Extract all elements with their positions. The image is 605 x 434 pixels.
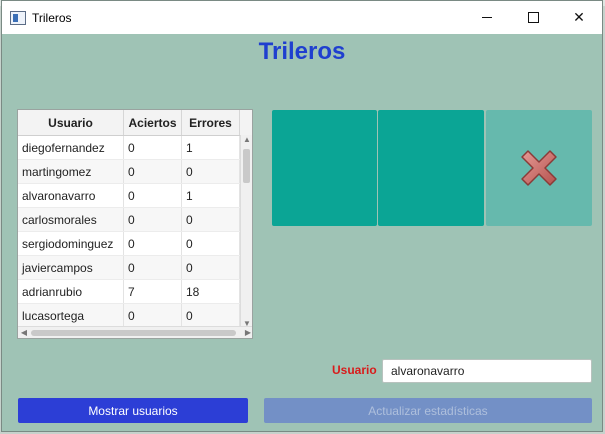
- cell-errores: 0: [182, 304, 240, 327]
- cell-errores: 0: [182, 208, 240, 231]
- vertical-scrollbar[interactable]: ▲ ▼: [240, 135, 252, 328]
- cup-2[interactable]: [378, 110, 484, 226]
- table-row[interactable]: javiercampos 0 0: [18, 256, 252, 280]
- cell-errores: 18: [182, 280, 240, 303]
- cell-aciertos: 0: [124, 256, 182, 279]
- window-title: Trileros: [32, 10, 72, 25]
- page-title: Trileros: [258, 38, 346, 65]
- horizontal-scroll-thumb[interactable]: [31, 330, 236, 336]
- cell-aciertos: 0: [124, 136, 182, 159]
- column-header-errores[interactable]: Errores: [182, 110, 240, 135]
- minimize-button[interactable]: [464, 1, 510, 34]
- cell-usuario: lucasortega: [18, 304, 124, 327]
- table-row[interactable]: diegofernandez 0 1: [18, 136, 252, 160]
- scroll-right-icon[interactable]: ▶: [242, 328, 252, 337]
- user-input[interactable]: [382, 359, 592, 383]
- cell-usuario: sergiodominguez: [18, 232, 124, 255]
- cross-icon: [521, 150, 557, 186]
- table-row[interactable]: martingomez 0 0: [18, 160, 252, 184]
- table-row[interactable]: lucasortega 0 0: [18, 304, 252, 328]
- cell-usuario: martingomez: [18, 160, 124, 183]
- cell-usuario: diegofernandez: [18, 136, 124, 159]
- column-header-aciertos[interactable]: Aciertos: [124, 110, 182, 135]
- scroll-up-icon[interactable]: ▲: [241, 135, 252, 144]
- cell-aciertos: 7: [124, 280, 182, 303]
- table-row[interactable]: sergiodominguez 0 0: [18, 232, 252, 256]
- table-body: diegofernandez 0 1 martingomez 0 0 alvar…: [18, 136, 252, 328]
- title-bar: Trileros ✕: [2, 1, 602, 34]
- cell-usuario: javiercampos: [18, 256, 124, 279]
- table-row[interactable]: carlosmorales 0 0: [18, 208, 252, 232]
- window-controls: ✕: [464, 1, 602, 34]
- table-row[interactable]: adrianrubio 7 18: [18, 280, 252, 304]
- horizontal-scrollbar[interactable]: ◀ ▶: [18, 326, 252, 338]
- cell-errores: 0: [182, 256, 240, 279]
- app-window: Trileros ✕ Trileros Usuario Aciertos Err…: [1, 0, 603, 432]
- app-icon: [10, 10, 26, 25]
- update-stats-button[interactable]: Actualizar estadísticas: [264, 398, 592, 423]
- vertical-scroll-thumb[interactable]: [243, 149, 250, 183]
- cell-errores: 1: [182, 136, 240, 159]
- users-table[interactable]: Usuario Aciertos Errores diegofernandez …: [17, 109, 253, 339]
- cell-aciertos: 0: [124, 184, 182, 207]
- cell-usuario: adrianrubio: [18, 280, 124, 303]
- scroll-left-icon[interactable]: ◀: [18, 328, 30, 337]
- cups-area: [272, 110, 592, 226]
- close-icon: ✕: [573, 9, 585, 25]
- maximize-button[interactable]: [510, 1, 556, 34]
- table-row[interactable]: alvaronavarro 0 1: [18, 184, 252, 208]
- cell-aciertos: 0: [124, 208, 182, 231]
- table-header: Usuario Aciertos Errores: [18, 110, 252, 136]
- close-button[interactable]: ✕: [556, 1, 602, 34]
- cell-usuario: alvaronavarro: [18, 184, 124, 207]
- cell-errores: 0: [182, 232, 240, 255]
- cell-usuario: carlosmorales: [18, 208, 124, 231]
- column-header-usuario[interactable]: Usuario: [18, 110, 124, 135]
- minimize-icon: [482, 17, 492, 18]
- show-users-button[interactable]: Mostrar usuarios: [18, 398, 248, 423]
- cell-aciertos: 0: [124, 304, 182, 327]
- cup-3[interactable]: [486, 110, 592, 226]
- cell-aciertos: 0: [124, 160, 182, 183]
- cell-errores: 0: [182, 160, 240, 183]
- user-label: Usuario: [332, 363, 377, 377]
- maximize-icon: [527, 12, 539, 23]
- cup-1[interactable]: [272, 110, 377, 226]
- cell-errores: 1: [182, 184, 240, 207]
- cell-aciertos: 0: [124, 232, 182, 255]
